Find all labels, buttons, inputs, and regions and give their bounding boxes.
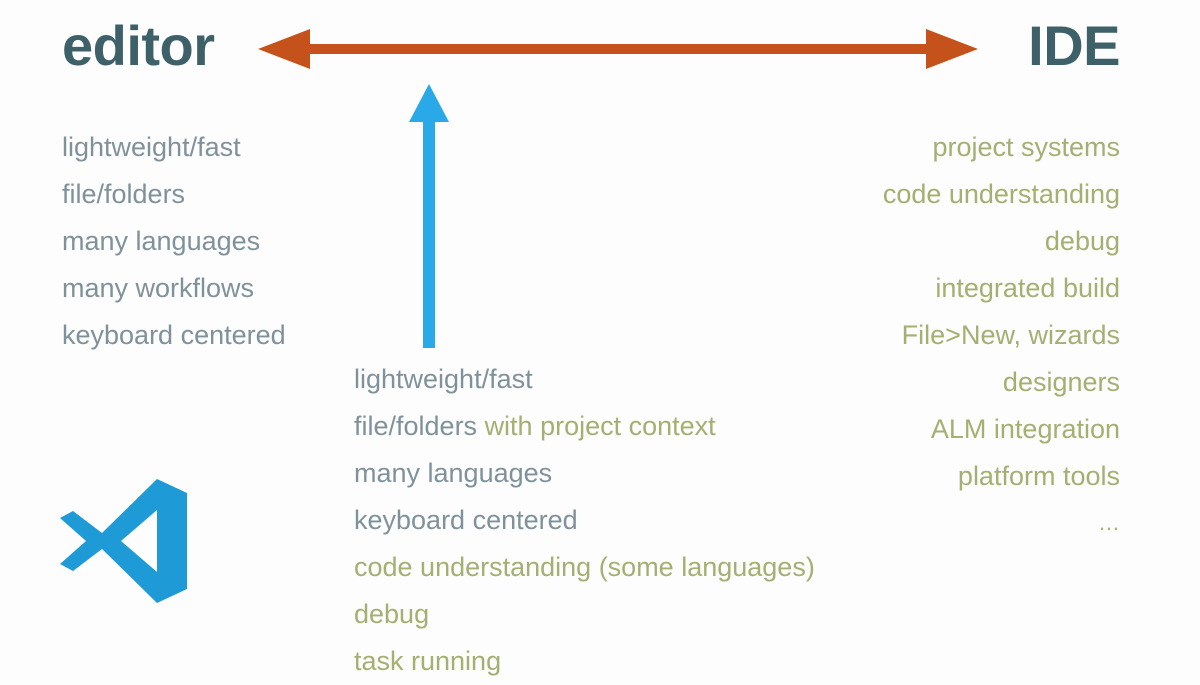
list-item: code understanding (some languages) [354, 544, 815, 591]
list-item: lightweight/fast [62, 132, 241, 162]
upward-arrow-icon [409, 84, 449, 348]
list-item: file/folders [62, 179, 186, 209]
list-item: many languages [62, 226, 261, 256]
list-item-editor-part: many languages [354, 458, 553, 488]
slide-canvas: editor IDE lightweight/fast file/folders… [0, 0, 1200, 676]
editor-feature-list: lightweight/fast file/folders many langu… [62, 124, 286, 359]
list-item: platform tools [957, 461, 1120, 491]
list-item-editor-part: keyboard centered [354, 505, 578, 535]
list-item-editor-part: file/folders [354, 411, 485, 441]
list-item: keyboard centered [354, 497, 815, 544]
list-item-ide-part: task running [354, 646, 502, 676]
list-item: task running [354, 638, 815, 685]
list-item: ALM integration [930, 414, 1120, 444]
list-item-editor-part: lightweight/fast [354, 364, 533, 394]
list-item: file/folders with project context [354, 403, 815, 450]
list-item-ide-part: debug [354, 599, 430, 629]
list-item: many workflows [62, 273, 255, 303]
list-item: code understanding [882, 179, 1120, 209]
list-item: many languages [354, 450, 815, 497]
list-item: integrated build [935, 273, 1120, 303]
list-item: lightweight/fast [354, 356, 815, 403]
vscode-feature-list: lightweight/fast file/folders with proje… [354, 356, 815, 685]
vscode-logo-icon [60, 479, 187, 603]
heading-ide: IDE [1028, 14, 1120, 77]
list-item: project systems [932, 132, 1120, 162]
list-item: designers [1002, 367, 1120, 397]
list-item-ide-part: code understanding (some languages) [354, 552, 815, 582]
list-item-ide-part: with project context [484, 411, 716, 441]
list-item: debug [354, 591, 815, 638]
heading-editor: editor [62, 14, 215, 77]
list-item: keyboard centered [62, 320, 286, 350]
list-item: File>New, wizards [901, 320, 1120, 350]
ide-feature-list: project systems code understanding debug… [883, 124, 1120, 545]
list-item-ellipsis: … [1098, 510, 1120, 535]
double-headed-arrow-icon [258, 29, 978, 69]
list-item: debug [1044, 226, 1120, 256]
